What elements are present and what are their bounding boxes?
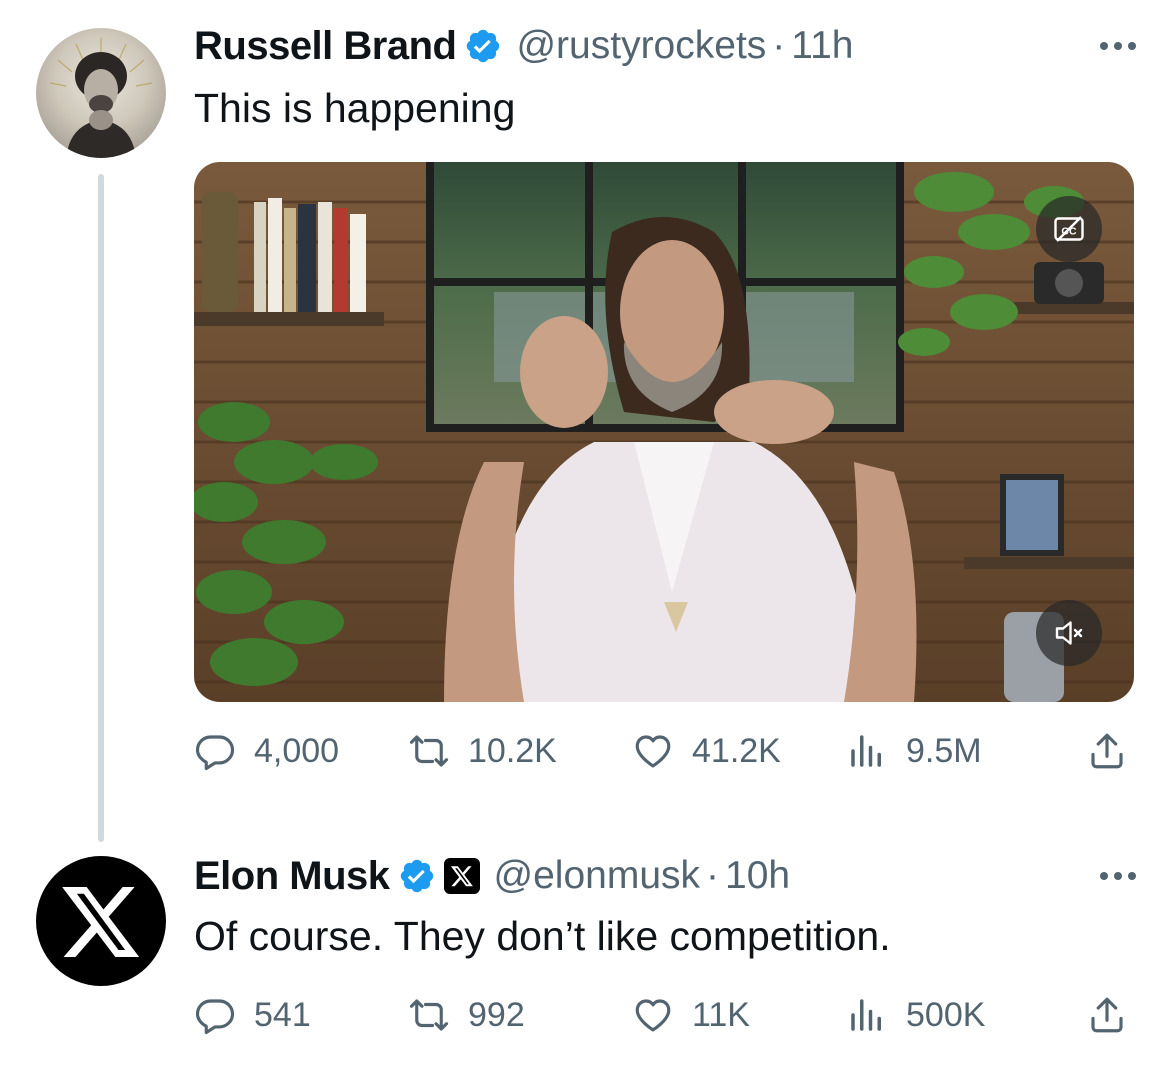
heart-icon — [635, 735, 671, 768]
author-name[interactable]: Russell Brand — [194, 24, 457, 69]
muted-speaker-icon — [1055, 621, 1083, 645]
captions-off-button[interactable]: CC — [1036, 196, 1102, 262]
x-logo-icon — [62, 887, 140, 958]
unmute-button[interactable] — [1036, 600, 1102, 666]
tweet-text: Of course. They don’t like competition. — [194, 913, 891, 959]
retweet-button[interactable]: 10.2K — [408, 726, 557, 776]
retweet-icon — [409, 999, 449, 1031]
tweet-actions: 4,000 10.2K 41.2K 9.5M — [194, 726, 1134, 776]
retweet-count: 10.2K — [468, 731, 557, 770]
share-button[interactable] — [1086, 726, 1128, 776]
retweet-button[interactable]: 992 — [408, 990, 525, 1040]
author-name[interactable]: Elon Musk — [194, 854, 390, 899]
separator-dot: · — [772, 24, 786, 67]
more-options-icon[interactable] — [1100, 866, 1136, 886]
views-count: 9.5M — [906, 731, 982, 770]
video-player[interactable]: CC — [194, 162, 1134, 702]
captions-off-icon: CC — [1054, 216, 1084, 242]
like-button[interactable]: 41.2K — [632, 726, 781, 776]
like-count: 11K — [692, 995, 750, 1034]
heart-icon — [635, 999, 671, 1032]
share-icon — [1091, 733, 1123, 769]
views-button[interactable]: 500K — [846, 990, 985, 1040]
timestamp[interactable]: 11h — [791, 24, 853, 68]
like-count: 41.2K — [692, 731, 781, 770]
like-button[interactable]: 11K — [632, 990, 750, 1040]
reply-icon — [195, 735, 235, 771]
verified-badge-icon — [467, 29, 500, 63]
tweet-russell-brand[interactable]: Russell Brand @rustyrockets · 11h This i… — [0, 0, 1170, 840]
tweet-text: This is happening — [194, 85, 516, 131]
author-handle[interactable]: @rustyrockets — [516, 24, 766, 68]
timestamp[interactable]: 10h — [725, 854, 790, 898]
video-frame — [194, 162, 1134, 702]
avatar[interactable] — [36, 28, 166, 158]
views-button[interactable]: 9.5M — [846, 726, 982, 776]
views-icon — [851, 735, 881, 767]
share-icon — [1091, 997, 1123, 1033]
verified-badge-icon — [400, 859, 433, 893]
reply-button[interactable]: 4,000 — [194, 726, 339, 776]
share-button[interactable] — [1086, 990, 1128, 1040]
tweet-actions: 541 992 11K 500K — [194, 990, 1134, 1040]
affiliate-x-badge-icon — [443, 858, 480, 894]
reply-count: 4,000 — [254, 731, 340, 770]
retweet-count: 992 — [468, 995, 525, 1034]
reply-button[interactable]: 541 — [194, 990, 311, 1040]
separator-dot: · — [706, 854, 720, 897]
reply-count: 541 — [254, 995, 311, 1034]
author-handle[interactable]: @elonmusk — [494, 854, 701, 898]
avatar-portrait — [49, 38, 153, 158]
reply-icon — [195, 999, 235, 1035]
views-count: 500K — [906, 995, 986, 1034]
retweet-icon — [409, 735, 449, 767]
avatar[interactable] — [36, 856, 166, 986]
views-icon — [851, 999, 881, 1031]
more-options-icon[interactable] — [1100, 36, 1136, 56]
tweet-elon-musk[interactable]: Elon Musk @elonmusk · 10h Of course. The… — [0, 840, 1170, 1074]
